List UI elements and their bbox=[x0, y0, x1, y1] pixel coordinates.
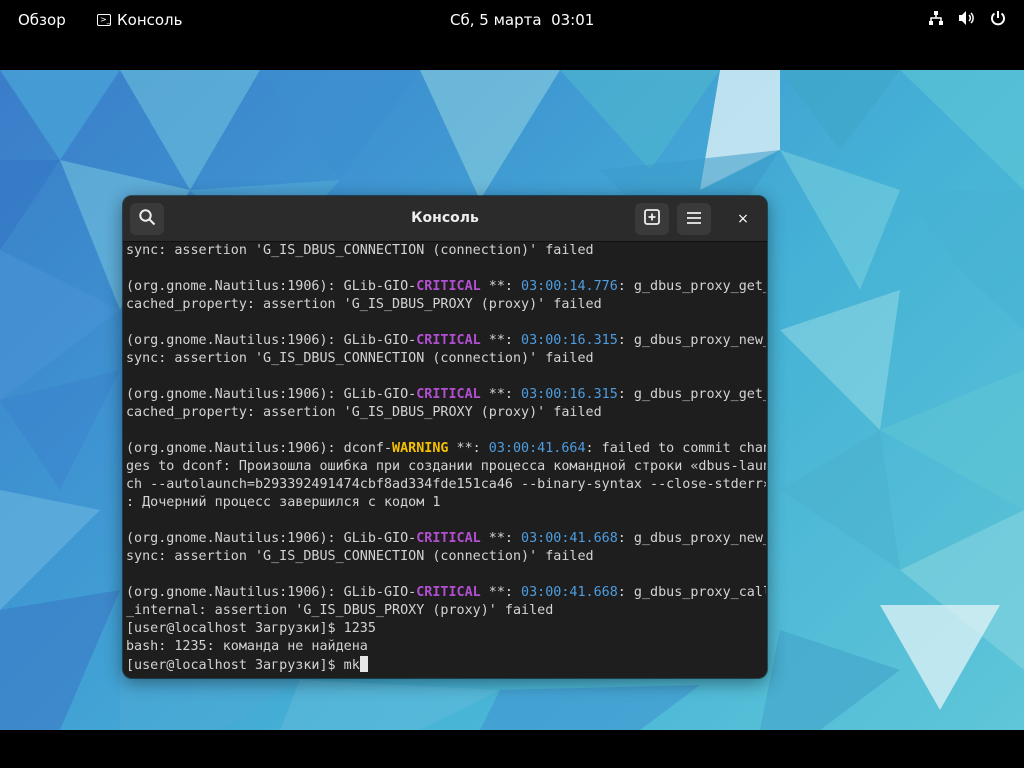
terminal-window[interactable]: Консоль × sync: assertion 'G_IS_DBUS_CON… bbox=[123, 196, 767, 678]
text-cursor bbox=[359, 656, 368, 672]
search-icon bbox=[138, 208, 156, 230]
terminal-line: [user@localhost Загрузки]$ 1235 bbox=[126, 621, 376, 636]
terminal-line: (org.gnome.Nautilus:1906): GLib-GIO-CRIT… bbox=[126, 387, 766, 402]
network-icon bbox=[928, 10, 944, 30]
activities-label: Обзор bbox=[18, 11, 66, 29]
terminal-line: (org.gnome.Nautilus:1906): GLib-GIO-CRIT… bbox=[126, 333, 766, 348]
terminal-line: sync: assertion 'G_IS_DBUS_CONNECTION (c… bbox=[126, 549, 594, 564]
screen-bottom-bar bbox=[0, 730, 1024, 768]
main-menu-button[interactable] bbox=[677, 203, 711, 235]
clock-label: Сб, 5 марта 03:01 bbox=[450, 11, 595, 29]
terminal-line: sync: assertion 'G_IS_DBUS_CONNECTION (c… bbox=[126, 243, 594, 258]
terminal-line: (org.gnome.Nautilus:1906): GLib-GIO-CRIT… bbox=[126, 279, 766, 294]
terminal-line: ges to dconf: Произошла ошибка при созда… bbox=[126, 459, 766, 474]
close-button[interactable]: × bbox=[727, 203, 759, 235]
search-button[interactable] bbox=[130, 203, 164, 235]
top-bar: Обзор >_ Консоль Сб, 5 марта 03:01 bbox=[0, 0, 1024, 40]
app-menu-button[interactable]: >_ Консоль bbox=[97, 0, 183, 40]
new-tab-button[interactable] bbox=[635, 203, 669, 235]
terminal-line: bash: 1235: команда не найдена bbox=[126, 639, 368, 654]
terminal-output[interactable]: sync: assertion 'G_IS_DBUS_CONNECTION (c… bbox=[126, 242, 766, 676]
terminal-line: (org.gnome.Nautilus:1906): GLib-GIO-CRIT… bbox=[126, 531, 766, 546]
window-title: Консоль bbox=[411, 210, 479, 226]
terminal-line: : Дочерний процесс завершился с кодом 1 bbox=[126, 495, 441, 510]
terminal-line: cached_property: assertion 'G_IS_DBUS_PR… bbox=[126, 297, 602, 312]
terminal-line: (org.gnome.Nautilus:1906): GLib-GIO-CRIT… bbox=[126, 585, 766, 600]
terminal-line: cached_property: assertion 'G_IS_DBUS_PR… bbox=[126, 405, 602, 420]
clock-button[interactable]: Сб, 5 марта 03:01 bbox=[450, 0, 594, 40]
terminal-line: _internal: assertion 'G_IS_DBUS_PROXY (p… bbox=[126, 603, 554, 618]
close-icon: × bbox=[737, 211, 749, 227]
terminal-line: sync: assertion 'G_IS_DBUS_CONNECTION (c… bbox=[126, 351, 594, 366]
power-icon bbox=[990, 10, 1006, 30]
hamburger-menu-icon bbox=[686, 210, 702, 229]
system-menu[interactable] bbox=[928, 0, 1006, 40]
terminal-line: (org.gnome.Nautilus:1906): dconf-WARNING… bbox=[126, 441, 766, 456]
terminal-icon: >_ bbox=[97, 14, 111, 26]
activities-button[interactable]: Обзор bbox=[18, 0, 66, 40]
terminal-line: ch --autolaunch=b293392491474cbf8ad334fd… bbox=[126, 477, 766, 492]
new-tab-icon bbox=[643, 208, 661, 230]
window-headerbar[interactable]: Консоль × bbox=[123, 196, 767, 242]
volume-icon bbox=[958, 10, 976, 30]
terminal-line: [user@localhost Загрузки]$ mk bbox=[126, 656, 766, 674]
app-menu-label: Консоль bbox=[117, 11, 183, 29]
